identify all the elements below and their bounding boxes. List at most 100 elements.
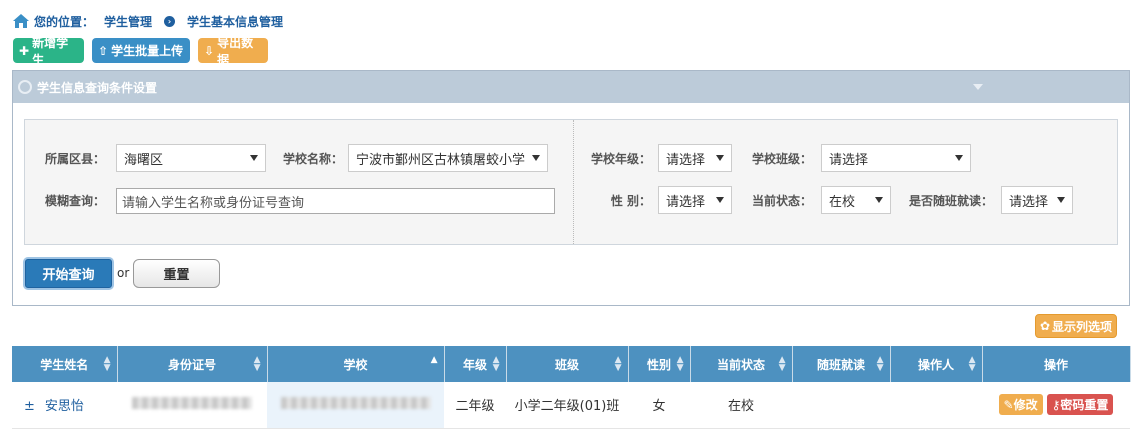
- class-select[interactable]: 请选择: [821, 144, 971, 172]
- fuzzy-label: 模糊查询：: [44, 194, 105, 208]
- grade-label: 学校年级：: [590, 152, 651, 166]
- school-label: 学校名称：: [282, 152, 343, 166]
- batch-upload-button[interactable]: ⇧ 学生批量上传: [92, 38, 190, 63]
- chevron-down-icon: [716, 155, 724, 161]
- status-label: 当前状态：: [751, 194, 812, 208]
- sort-icon: ▲ ▼: [876, 355, 884, 373]
- query-panel: 学生信息查询条件设置 所属区县： 海曙区 学校名称： 宁波市鄞州区古林镇屠蛟小学…: [12, 70, 1130, 306]
- district-label: 所属区县：: [44, 152, 105, 166]
- header-label: 操作: [1043, 357, 1068, 372]
- grade-value: 请选择: [666, 152, 706, 168]
- sort-icon: ▲ ▼: [103, 355, 111, 373]
- chevron-down-icon: [250, 155, 258, 161]
- breadcrumb-level1[interactable]: 学生管理: [104, 13, 152, 30]
- header-label: 随班就读: [816, 357, 865, 372]
- chevron-down-icon: [875, 197, 883, 203]
- student-name-cell[interactable]: ± 安思怡: [12, 382, 117, 429]
- edit-button[interactable]: ✎修改: [998, 394, 1043, 416]
- status-select[interactable]: 在校: [821, 186, 891, 214]
- gender-select[interactable]: 请选择: [658, 186, 732, 214]
- password-reset-button[interactable]: ⚷密码重置: [1046, 394, 1114, 416]
- header-label: 性别: [646, 357, 671, 372]
- school-select[interactable]: 宁波市鄞州区古林镇屠蛟小学: [348, 144, 548, 172]
- sort-icon: ▲ ▼: [676, 355, 684, 373]
- fuzzy-search-input[interactable]: 请输入学生名称或身份证号查询: [116, 188, 555, 214]
- breadcrumb-prefix: 您的位置：: [34, 14, 95, 29]
- table-header-row: 学生姓名 ▲ ▼ 身份证号 ▲ ▼ 学校 ▲ 年级 ▲ ▼ 班级 ▲ ▼ 性别 ▲ ▼ 当前状态 ▲ ▼ …: [12, 346, 1131, 382]
- chevron-down-icon: [1057, 197, 1065, 203]
- home-icon: [13, 14, 29, 28]
- download-icon: ⇩: [204, 43, 215, 58]
- student-table: 学生姓名 ▲ ▼ 身份证号 ▲ ▼ 学校 ▲ 年级 ▲ ▼ 班级 ▲ ▼ 性别 ▲ ▼ 当前状态 ▲ ▼ …: [12, 346, 1131, 429]
- column-header[interactable]: 操作人 ▲ ▼: [890, 346, 983, 382]
- reset-button[interactable]: 重置: [133, 259, 220, 288]
- class-value: 请选择: [829, 152, 869, 168]
- district-value: 海曙区: [124, 152, 164, 168]
- actions-cell: ✎修改 ⚷密码重置: [982, 382, 1130, 429]
- row-actions: ✎修改 ⚷密码重置: [998, 394, 1114, 416]
- follow-value: 请选择: [1009, 194, 1049, 210]
- column-header[interactable]: 班级 ▲ ▼: [506, 346, 629, 382]
- fuzzy-placeholder: 请输入学生名称或身份证号查询: [122, 195, 305, 211]
- student-name: 安思怡: [44, 399, 84, 415]
- column-options-button[interactable]: ✿ 显示列选项: [1035, 314, 1117, 338]
- expand-icon[interactable]: ±: [24, 399, 35, 414]
- chevron-right-icon: ›: [164, 15, 176, 27]
- redacted-school: [280, 396, 431, 409]
- batch-upload-label: 学生批量上传: [111, 44, 184, 58]
- sort-icon: ▲ ▼: [492, 355, 500, 373]
- sort-asc-icon: ▲: [430, 355, 438, 365]
- panel-header[interactable]: 学生信息查询条件设置: [13, 71, 1129, 103]
- header-label: 学生姓名: [40, 357, 89, 372]
- add-student-button[interactable]: ✚ 新增学生: [13, 36, 84, 67]
- query-button[interactable]: 开始查询: [25, 259, 112, 288]
- follow-cell: [792, 382, 890, 429]
- column-header[interactable]: 身份证号 ▲ ▼: [117, 346, 268, 382]
- school-value: 宁波市鄞州区古林镇屠蛟小学: [356, 152, 526, 168]
- follow-select[interactable]: 请选择: [1001, 186, 1073, 214]
- edit-icon: ✎: [1003, 398, 1014, 413]
- sort-icon: ▲ ▼: [614, 355, 622, 373]
- redacted-id: [132, 396, 252, 409]
- plus-icon: ✚: [19, 43, 30, 58]
- sort-icon: ▲ ▼: [968, 355, 976, 373]
- column-header: 操作: [982, 346, 1131, 382]
- export-label: 导出数据: [217, 35, 254, 67]
- header-label: 班级: [554, 357, 579, 372]
- panel-title: 学生信息查询条件设置: [37, 80, 158, 95]
- column-header[interactable]: 年级 ▲ ▼: [444, 346, 507, 382]
- upload-icon: ⇧: [98, 43, 109, 58]
- status-cell: 在校: [690, 382, 792, 429]
- school-cell: [267, 382, 444, 429]
- breadcrumb-level2[interactable]: 学生基本信息管理: [187, 13, 283, 30]
- column-header[interactable]: 学生姓名 ▲ ▼: [12, 346, 118, 382]
- grade-select[interactable]: 请选择: [658, 144, 732, 172]
- grade-cell: 二年级: [444, 382, 506, 429]
- breadcrumb: 您的位置： 学生管理 › 学生基本信息管理: [12, 12, 283, 30]
- or-text: or: [117, 266, 130, 280]
- column-header[interactable]: 随班就读 ▲ ▼: [792, 346, 891, 382]
- collapse-arrow-icon[interactable]: [973, 84, 983, 90]
- header-label: 操作人: [917, 357, 954, 372]
- password-reset-label: 密码重置: [1060, 398, 1109, 413]
- chevron-down-icon: [532, 155, 540, 161]
- id-number-cell: [117, 382, 267, 429]
- class-label: 学校班级：: [751, 152, 812, 166]
- status-value: 在校: [829, 194, 856, 210]
- gender-cell: 女: [628, 382, 690, 429]
- gear-icon: [18, 80, 32, 94]
- header-label: 学校: [343, 357, 368, 372]
- column-header[interactable]: 学校 ▲: [267, 346, 445, 382]
- follow-label: 是否随班就读：: [908, 194, 993, 208]
- condition-box: 所属区县： 海曙区 学校名称： 宁波市鄞州区古林镇屠蛟小学 模糊查询： 请输入学…: [24, 119, 1118, 245]
- header-label: 当前状态: [716, 357, 765, 372]
- chevron-down-icon: [955, 155, 963, 161]
- sort-icon: ▲ ▼: [253, 355, 261, 373]
- gender-value: 请选择: [666, 194, 706, 210]
- export-button[interactable]: ⇩ 导出数据: [198, 36, 268, 67]
- operator-cell: [890, 382, 982, 429]
- column-header[interactable]: 性别 ▲ ▼: [628, 346, 691, 382]
- column-header[interactable]: 当前状态 ▲ ▼: [690, 346, 793, 382]
- district-select[interactable]: 海曙区: [116, 144, 266, 172]
- column-options-label: 显示列选项: [1052, 319, 1113, 334]
